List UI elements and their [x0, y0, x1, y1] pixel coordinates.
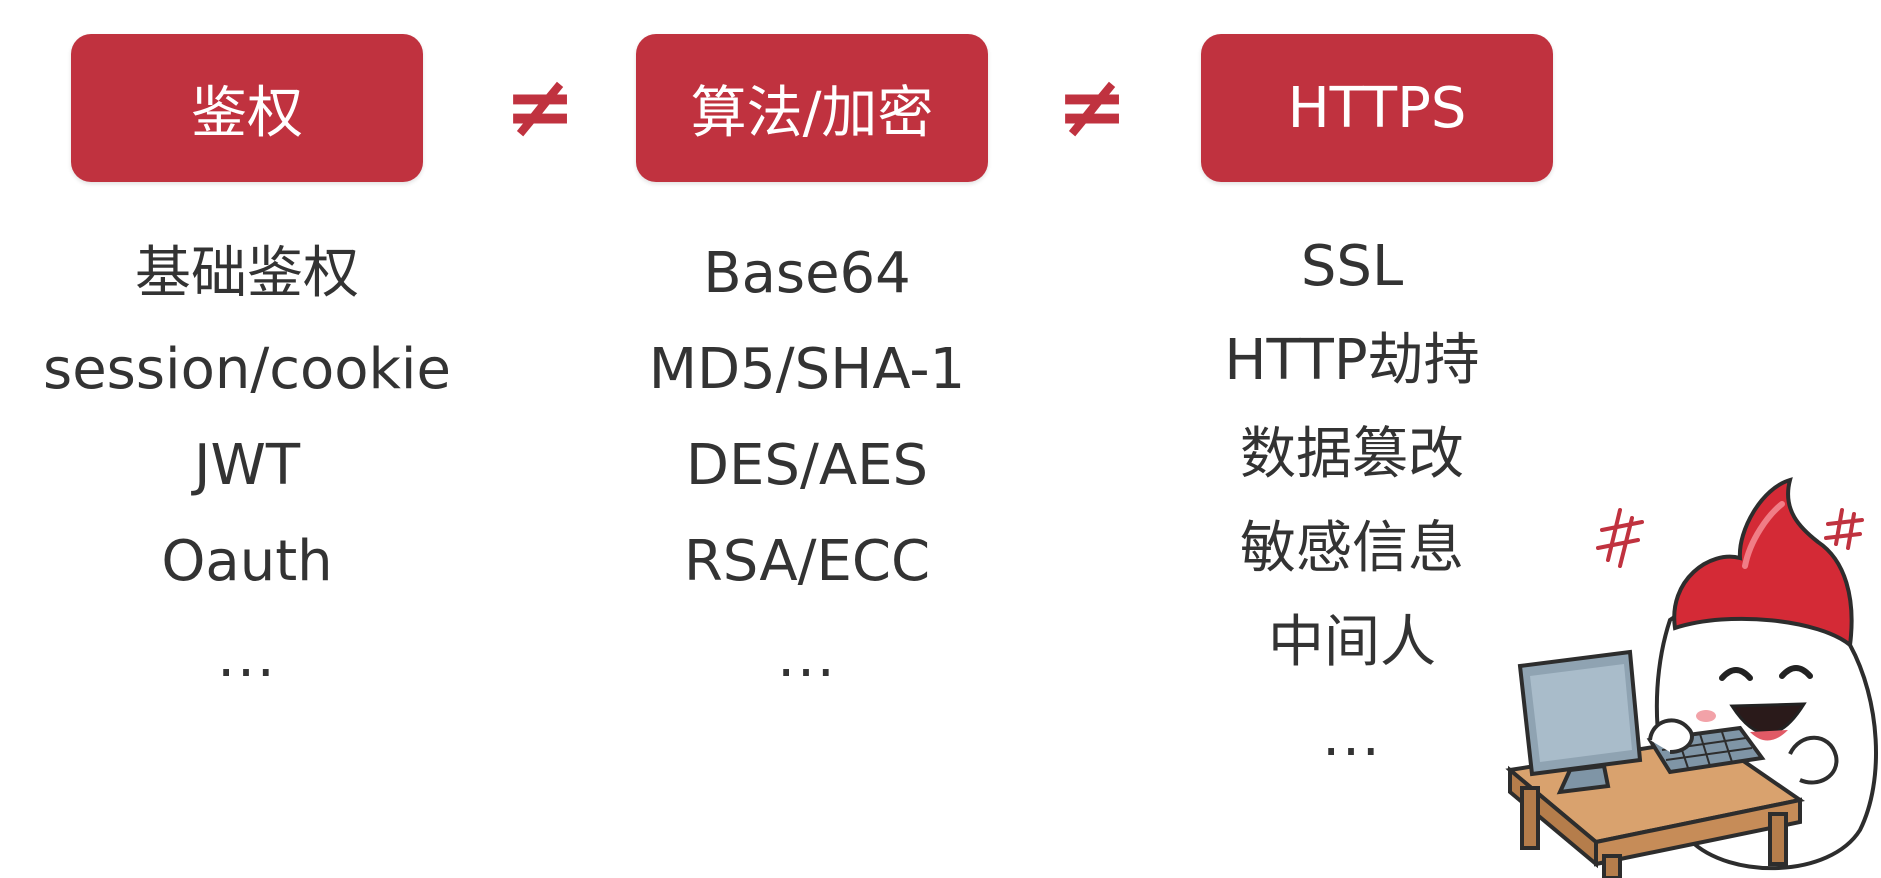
tag-algorithm-encryption: 算法/加密	[636, 34, 988, 182]
list-item-ellipsis: ...	[217, 625, 277, 690]
tag-https: HTTPS	[1201, 34, 1553, 182]
list-item: HTTP劫持	[1224, 328, 1480, 393]
list-item: 基础鉴权	[135, 241, 359, 306]
list-item: Oauth	[161, 529, 333, 594]
list-item: MD5/SHA-1	[648, 337, 966, 402]
mascot-illustration	[1505, 477, 1878, 878]
list-item: session/cookie	[43, 337, 451, 402]
not-equal-sign: ≠	[1055, 57, 1129, 157]
tag-algorithm-encryption-label: 算法/加密	[690, 80, 934, 146]
not-equal-sign: ≠	[503, 57, 577, 157]
list-item: RSA/ECC	[683, 529, 931, 594]
list-item-ellipsis: ...	[777, 625, 837, 690]
list-item: Base64	[703, 241, 911, 306]
list-item: SSL	[1300, 234, 1404, 299]
tag-https-label: HTTPS	[1287, 75, 1467, 141]
auth-list: 基础鉴权 session/cookie JWT Oauth ...	[0, 226, 527, 706]
list-item: JWT	[193, 433, 301, 498]
list-item: DES/AES	[685, 433, 929, 498]
tag-auth: 鉴权	[71, 34, 423, 182]
tag-auth-label: 鉴权	[191, 80, 303, 146]
algorithm-list: Base64 MD5/SHA-1 DES/AES RSA/ECC ...	[527, 226, 1087, 706]
